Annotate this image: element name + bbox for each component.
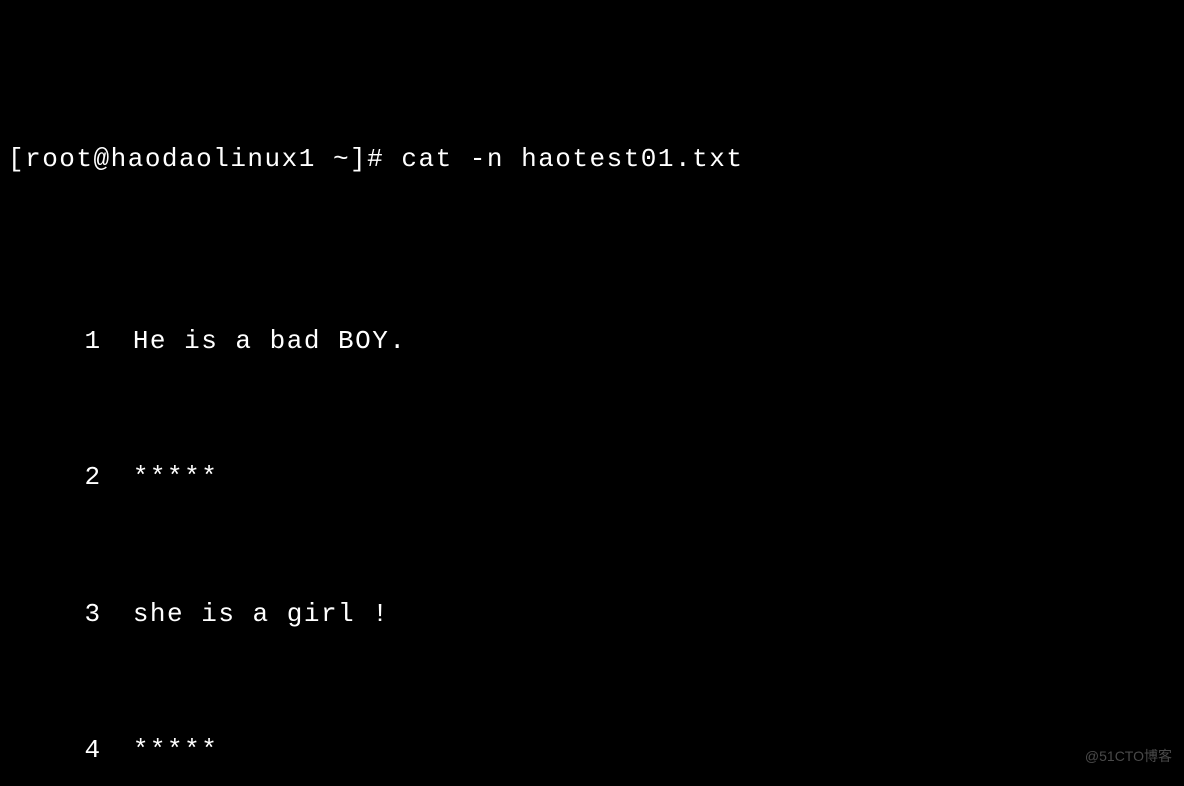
cat-output-line: 2*****: [8, 455, 1176, 501]
shell-prompt: [root@haodaolinux1 ~]#: [8, 144, 384, 174]
watermark-text: @51CTO博客: [1085, 744, 1172, 769]
line-content: He is a bad BOY.: [133, 319, 407, 365]
line-number: 1: [8, 319, 133, 365]
cat-output-line: 3she is a girl !: [8, 592, 1176, 638]
cat-output-line: 4*****: [8, 728, 1176, 774]
line-content: she is a girl !: [133, 592, 390, 638]
line-number: 3: [8, 592, 133, 638]
line-number: 2: [8, 455, 133, 501]
prompt-line-1: [root@haodaolinux1 ~]# cat -n haotest01.…: [8, 137, 1176, 183]
line-content: *****: [133, 455, 219, 501]
line-content: *****: [133, 728, 219, 774]
shell-command: cat -n haotest01.txt: [401, 144, 743, 174]
line-number: 4: [8, 728, 133, 774]
cat-output-line: 1He is a bad BOY.: [8, 319, 1176, 365]
terminal-output[interactable]: [root@haodaolinux1 ~]# cat -n haotest01.…: [0, 0, 1184, 786]
